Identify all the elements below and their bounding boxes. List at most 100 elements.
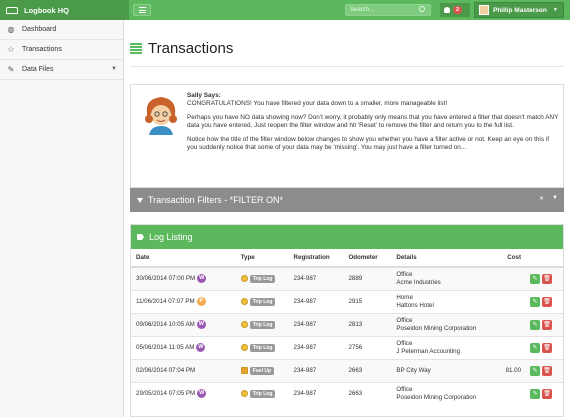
odometer-cell: 2663 xyxy=(343,358,392,382)
actions-cell: ✎ 🗑 xyxy=(525,335,563,359)
delete-button[interactable]: 🗑 xyxy=(542,296,553,307)
odometer-cell: 2915 xyxy=(343,289,392,313)
log-listing-header: Log Listing xyxy=(131,225,563,249)
table-row[interactable]: 05/06/2014 11:05 AM W Trip Log 234-987 2756 O… xyxy=(131,335,563,359)
registration-cell: 234-987 xyxy=(288,358,344,382)
details-cell: Office Poseidon Mining Corporation xyxy=(391,381,498,405)
column-header-actions xyxy=(525,249,563,268)
sally-heading: Sally Says: CONGRATULATIONS! You have fi… xyxy=(187,92,559,108)
type-cell: Trip Log xyxy=(235,266,289,290)
registration-cell: 234-987 xyxy=(288,335,344,359)
table-row[interactable]: 30/06/2014 07:00 PM W Trip Log 234-987 2889 O… xyxy=(131,266,563,290)
details-line-1: Office xyxy=(396,317,413,324)
registration-cell: 234-987 xyxy=(288,312,344,336)
log-listing-panel: Log Listing Date Type Registration Odome… xyxy=(130,224,564,417)
date-cell: 11/06/2014 07:07 PM P xyxy=(131,289,236,313)
edit-button[interactable]: ✎ xyxy=(530,342,541,353)
actions-cell: ✎ 🗑 xyxy=(525,381,563,405)
details-cell: Office Acme Industries xyxy=(391,266,498,290)
sidebar-item-transactions[interactable]: ☆ Transactions xyxy=(0,40,123,60)
details-line-1: BP City Way xyxy=(396,366,431,374)
sally-line-1: CONGRATULATIONS! You have filtered your … xyxy=(187,100,448,107)
sidebar-item-dashboard[interactable]: ◍ Dashboard xyxy=(0,20,123,40)
delete-button[interactable]: 🗑 xyxy=(542,273,553,284)
sally-line-2: Perhaps you have NO data showing now? Do… xyxy=(187,114,559,129)
edit-button[interactable]: ✎ xyxy=(530,273,541,284)
cost-cell xyxy=(497,312,526,336)
edit-button[interactable]: ✎ xyxy=(530,365,541,376)
day-type-badge: W xyxy=(196,343,206,352)
details-line-1: Home xyxy=(396,294,413,301)
type-label: Trip Log xyxy=(249,389,276,398)
details-line-2: Poseidon Mining Corporation xyxy=(396,324,477,332)
table-row[interactable]: 29/05/2014 07:05 PM W Trip Log 234-987 2663 O… xyxy=(131,381,563,405)
user-menu-button[interactable]: Phillip Masterson ▼ xyxy=(474,2,564,18)
sally-message: Sally Says: CONGRATULATIONS! You have fi… xyxy=(187,92,559,158)
actions-cell: ✎ 🗑 xyxy=(525,289,563,313)
delete-button[interactable]: 🗑 xyxy=(542,388,553,399)
sidebar-item-label: Data Files xyxy=(22,66,54,73)
date-text: 09/06/2014 10:05 AM xyxy=(136,321,195,329)
table-row[interactable]: 02/06/2014 07:04 PM Fuel Up 234-987 2663 BP … xyxy=(131,358,563,382)
sidebar-item-data-files[interactable]: ✎ Data Files ▼ xyxy=(0,60,123,80)
column-header-details[interactable]: Details xyxy=(391,249,498,268)
chevron-down-icon[interactable]: ▼ xyxy=(552,195,558,202)
trip-icon xyxy=(240,390,248,398)
type-cell: Trip Log xyxy=(235,335,289,359)
edit-button[interactable]: ✎ xyxy=(530,388,541,399)
column-header-date[interactable]: Date xyxy=(131,249,236,268)
odometer-cell: 2756 xyxy=(343,335,392,359)
top-navbar: Logbook HQ Search... 2 Phillip Masterson… xyxy=(0,0,570,20)
date-text: 29/05/2014 07:05 PM xyxy=(136,390,196,398)
edit-button[interactable]: ✎ xyxy=(530,296,541,307)
menu-toggle-button[interactable] xyxy=(133,4,151,16)
registration-cell: 234-987 xyxy=(288,266,344,290)
title-divider xyxy=(130,66,564,67)
details-line-1: Office xyxy=(396,386,413,394)
star-icon: ☆ xyxy=(7,45,15,54)
actions-cell: ✎ 🗑 xyxy=(525,358,563,382)
date-text: 05/06/2014 11:05 AM xyxy=(136,344,195,352)
search-input[interactable]: Search... xyxy=(345,4,431,16)
delete-button[interactable]: 🗑 xyxy=(542,365,553,376)
details-cell: Office Poseidon Mining Corporation xyxy=(391,312,498,336)
chevron-down-icon: ▼ xyxy=(111,66,117,72)
panel-controls: ✕ ▼ xyxy=(539,195,558,202)
details-cell: BP City Way xyxy=(391,358,498,382)
user-name: Phillip Masterson xyxy=(493,6,547,14)
delete-button[interactable]: 🗑 xyxy=(542,319,553,330)
column-header-cost[interactable]: Cost xyxy=(497,249,526,268)
page-title: Transactions xyxy=(130,40,233,57)
day-type-badge: W xyxy=(196,320,206,329)
sally-heading-text: Sally Says: xyxy=(187,92,221,99)
day-type-badge: P xyxy=(196,297,206,306)
column-header-type[interactable]: Type xyxy=(235,249,289,268)
type-cell: Trip Log xyxy=(235,289,289,313)
notifications-button[interactable]: 2 xyxy=(440,3,470,17)
sidebar-item-label: Dashboard xyxy=(22,26,57,33)
edit-button[interactable]: ✎ xyxy=(530,319,541,330)
edit-icon: ✎ xyxy=(7,65,15,74)
log-table: Date Type Registration Odometer Details … xyxy=(131,249,563,405)
column-header-registration[interactable]: Registration xyxy=(288,249,344,268)
date-text: 30/06/2014 07:00 PM xyxy=(136,275,196,283)
caret-down-icon: ▼ xyxy=(552,7,558,13)
details-line-1: Office xyxy=(396,340,413,347)
bell-icon xyxy=(444,7,450,13)
close-icon[interactable]: ✕ xyxy=(539,195,544,202)
date-cell: 30/06/2014 07:00 PM W xyxy=(131,266,236,290)
table-row[interactable]: 09/06/2014 10:05 AM W Trip Log 234-987 2813 O… xyxy=(131,312,563,336)
table-row[interactable]: 11/06/2014 07:07 PM P Trip Log 234-987 2915 H… xyxy=(131,289,563,313)
search-icon[interactable] xyxy=(419,6,425,12)
date-cell: 05/06/2014 11:05 AM W xyxy=(131,335,236,359)
filter-icon xyxy=(137,197,143,203)
column-header-odometer[interactable]: Odometer xyxy=(343,249,392,268)
trip-icon xyxy=(240,275,248,283)
car-icon xyxy=(6,6,18,14)
transaction-filters-panel-header[interactable]: Transaction Filters - *FILTER ON* ✕ ▼ xyxy=(130,188,564,212)
delete-button[interactable]: 🗑 xyxy=(542,342,553,353)
date-cell: 29/05/2014 07:05 PM W xyxy=(131,381,236,405)
date-text: 11/06/2014 07:07 PM xyxy=(136,298,195,306)
brand[interactable]: Logbook HQ xyxy=(0,0,129,20)
sally-avatar xyxy=(145,97,177,135)
